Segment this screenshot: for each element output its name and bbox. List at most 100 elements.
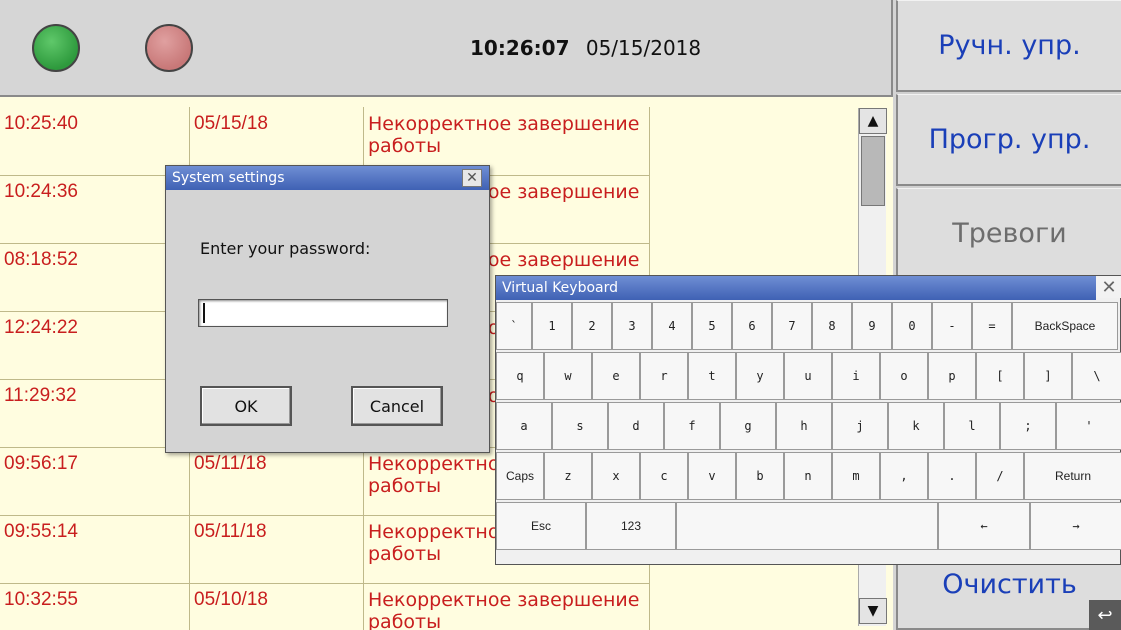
alarm-time-cell: 09:56:17 xyxy=(0,447,190,515)
key-6[interactable]: 6 xyxy=(732,302,772,350)
key-f[interactable]: f xyxy=(664,402,720,450)
manual-control-button[interactable]: Ручн. упр. xyxy=(896,0,1121,92)
key-2[interactable]: 2 xyxy=(572,302,612,350)
key-e[interactable]: e xyxy=(592,352,640,400)
key-0[interactable]: 0 xyxy=(892,302,932,350)
key-p[interactable]: p xyxy=(928,352,976,400)
alarm-message-cell: Некорректное завершение работы xyxy=(364,583,650,630)
key-arrow-left[interactable]: ← xyxy=(938,502,1030,550)
key-minus[interactable]: - xyxy=(932,302,972,350)
back-button[interactable]: ↩ xyxy=(1089,600,1121,630)
key-x[interactable]: x xyxy=(592,452,640,500)
alarm-time-cell: 10:24:36 xyxy=(0,175,190,243)
key-bracket-right[interactable]: ] xyxy=(1024,352,1072,400)
dialog-title: System settings xyxy=(172,170,285,186)
virtual-keyboard: Virtual Keyboard ✕ ` 1 2 3 4 5 6 7 8 9 0- = BackSpac… xyxy=(495,275,1121,565)
key-j[interactable]: j xyxy=(832,402,888,450)
key-q[interactable]: q xyxy=(496,352,544,400)
key-1[interactable]: 1 xyxy=(532,302,572,350)
key-equals[interactable]: = xyxy=(972,302,1012,350)
dialog-titlebar: System settings xyxy=(166,166,489,190)
table-row[interactable]: 10:32:55 05/10/18 Некорректное завершение … xyxy=(0,583,650,630)
key-space[interactable] xyxy=(676,502,938,550)
clock: 10:26:07 05/15/2018 xyxy=(470,36,701,60)
key-slash[interactable]: / xyxy=(976,452,1024,500)
key-backspace[interactable]: BackSpace xyxy=(1012,302,1118,350)
key-123[interactable]: 123 xyxy=(586,502,676,550)
arrow-up-icon: ▲ xyxy=(867,113,879,129)
keyboard-title: Virtual Keyboard xyxy=(502,280,619,296)
key-comma[interactable]: , xyxy=(880,452,928,500)
ok-button[interactable]: OK xyxy=(200,386,292,426)
key-k[interactable]: k xyxy=(888,402,944,450)
text-caret xyxy=(203,303,205,323)
key-quote[interactable]: ' xyxy=(1056,402,1121,450)
key-n[interactable]: n xyxy=(784,452,832,500)
alarm-time-cell: 12:24:22 xyxy=(0,311,190,379)
clock-date: 05/15/2018 xyxy=(585,36,702,60)
keyboard-keys: ` 1 2 3 4 5 6 7 8 9 0- = BackSpace q w e r t y u i o p[] \ a s d f g… xyxy=(496,300,1121,566)
key-g[interactable]: g xyxy=(720,402,776,450)
arrow-down-icon: ▼ xyxy=(867,603,879,619)
key-z[interactable]: z xyxy=(544,452,592,500)
key-s[interactable]: s xyxy=(552,402,608,450)
key-w[interactable]: w xyxy=(544,352,592,400)
alarm-date-cell: 05/11/18 xyxy=(190,447,364,515)
key-return[interactable]: Return xyxy=(1024,452,1121,500)
key-d[interactable]: d xyxy=(608,402,664,450)
keyboard-titlebar: Virtual Keyboard xyxy=(496,276,1096,300)
status-header: 10:26:07 05/15/2018 xyxy=(0,0,893,97)
key-b[interactable]: b xyxy=(736,452,784,500)
key-h[interactable]: h xyxy=(776,402,832,450)
green-lamp-icon xyxy=(32,24,80,72)
system-settings-dialog: System settings ✕ Enter your password: O… xyxy=(165,165,490,453)
close-icon: ✕ xyxy=(1101,276,1117,298)
dialog-close-button[interactable]: ✕ xyxy=(462,169,482,187)
key-esc[interactable]: Esc xyxy=(496,502,586,550)
password-input[interactable] xyxy=(198,299,448,327)
key-l[interactable]: l xyxy=(944,402,1000,450)
keyboard-close-button[interactable]: ✕ xyxy=(1096,276,1121,298)
key-arrow-right[interactable]: → xyxy=(1030,502,1121,550)
key-bracket-left[interactable]: [ xyxy=(976,352,1024,400)
key-caps[interactable]: Caps xyxy=(496,452,544,500)
key-period[interactable]: . xyxy=(928,452,976,500)
scroll-thumb[interactable] xyxy=(861,136,885,206)
alarm-date-cell: 05/10/18 xyxy=(190,583,364,630)
key-v[interactable]: v xyxy=(688,452,736,500)
key-8[interactable]: 8 xyxy=(812,302,852,350)
key-9[interactable]: 9 xyxy=(852,302,892,350)
alarm-time-cell: 10:32:55 xyxy=(0,583,190,630)
scroll-down-button[interactable]: ▼ xyxy=(859,598,887,624)
key-7[interactable]: 7 xyxy=(772,302,812,350)
key-r[interactable]: r xyxy=(640,352,688,400)
cancel-button[interactable]: Cancel xyxy=(351,386,443,426)
alarms-button[interactable]: Тревоги xyxy=(896,188,1121,280)
key-5[interactable]: 5 xyxy=(692,302,732,350)
alarm-time-cell: 11:29:32 xyxy=(0,379,190,447)
key-i[interactable]: i xyxy=(832,352,880,400)
alarm-time-cell: 10:25:40 xyxy=(0,107,190,175)
key-4[interactable]: 4 xyxy=(652,302,692,350)
key-o[interactable]: o xyxy=(880,352,928,400)
key-3[interactable]: 3 xyxy=(612,302,652,350)
key-backtick[interactable]: ` xyxy=(496,302,532,350)
red-lamp-icon xyxy=(145,24,193,72)
program-control-button[interactable]: Прогр. упр. xyxy=(896,94,1121,186)
clock-time: 10:26:07 xyxy=(470,36,570,60)
key-c[interactable]: c xyxy=(640,452,688,500)
alarm-date-cell: 05/11/18 xyxy=(190,515,364,583)
key-backslash[interactable]: \ xyxy=(1072,352,1121,400)
key-u[interactable]: u xyxy=(784,352,832,400)
key-a[interactable]: a xyxy=(496,402,552,450)
back-icon: ↩ xyxy=(1097,604,1113,626)
scroll-up-button[interactable]: ▲ xyxy=(859,108,887,134)
close-icon: ✕ xyxy=(466,170,478,186)
key-m[interactable]: m xyxy=(832,452,880,500)
password-prompt-label: Enter your password: xyxy=(200,239,371,258)
key-y[interactable]: y xyxy=(736,352,784,400)
key-t[interactable]: t xyxy=(688,352,736,400)
alarm-time-cell: 09:55:14 xyxy=(0,515,190,583)
key-semicolon[interactable]: ; xyxy=(1000,402,1056,450)
alarm-time-cell: 08:18:52 xyxy=(0,243,190,311)
